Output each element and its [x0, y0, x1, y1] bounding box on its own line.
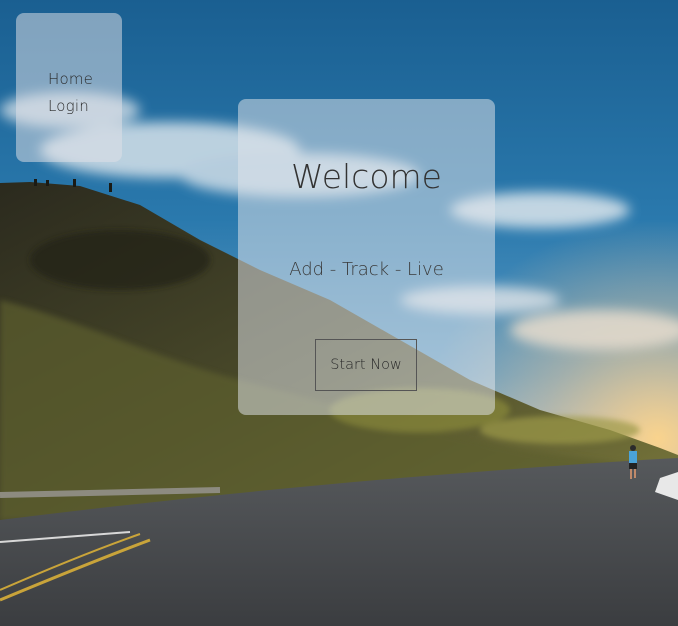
nav-link-login[interactable]: Login — [48, 97, 89, 115]
nav-link-home[interactable]: Home — [48, 70, 93, 88]
hero-tagline: Add - Track - Live — [289, 259, 444, 280]
nav-panel: Home Login — [16, 13, 122, 162]
hero-title: Welcome — [291, 157, 442, 196]
landing-page: Home Login Welcome Add - Track - Live St… — [0, 0, 678, 626]
hero-card: Welcome Add - Track - Live Start Now — [238, 99, 495, 415]
start-now-button[interactable]: Start Now — [315, 339, 417, 391]
